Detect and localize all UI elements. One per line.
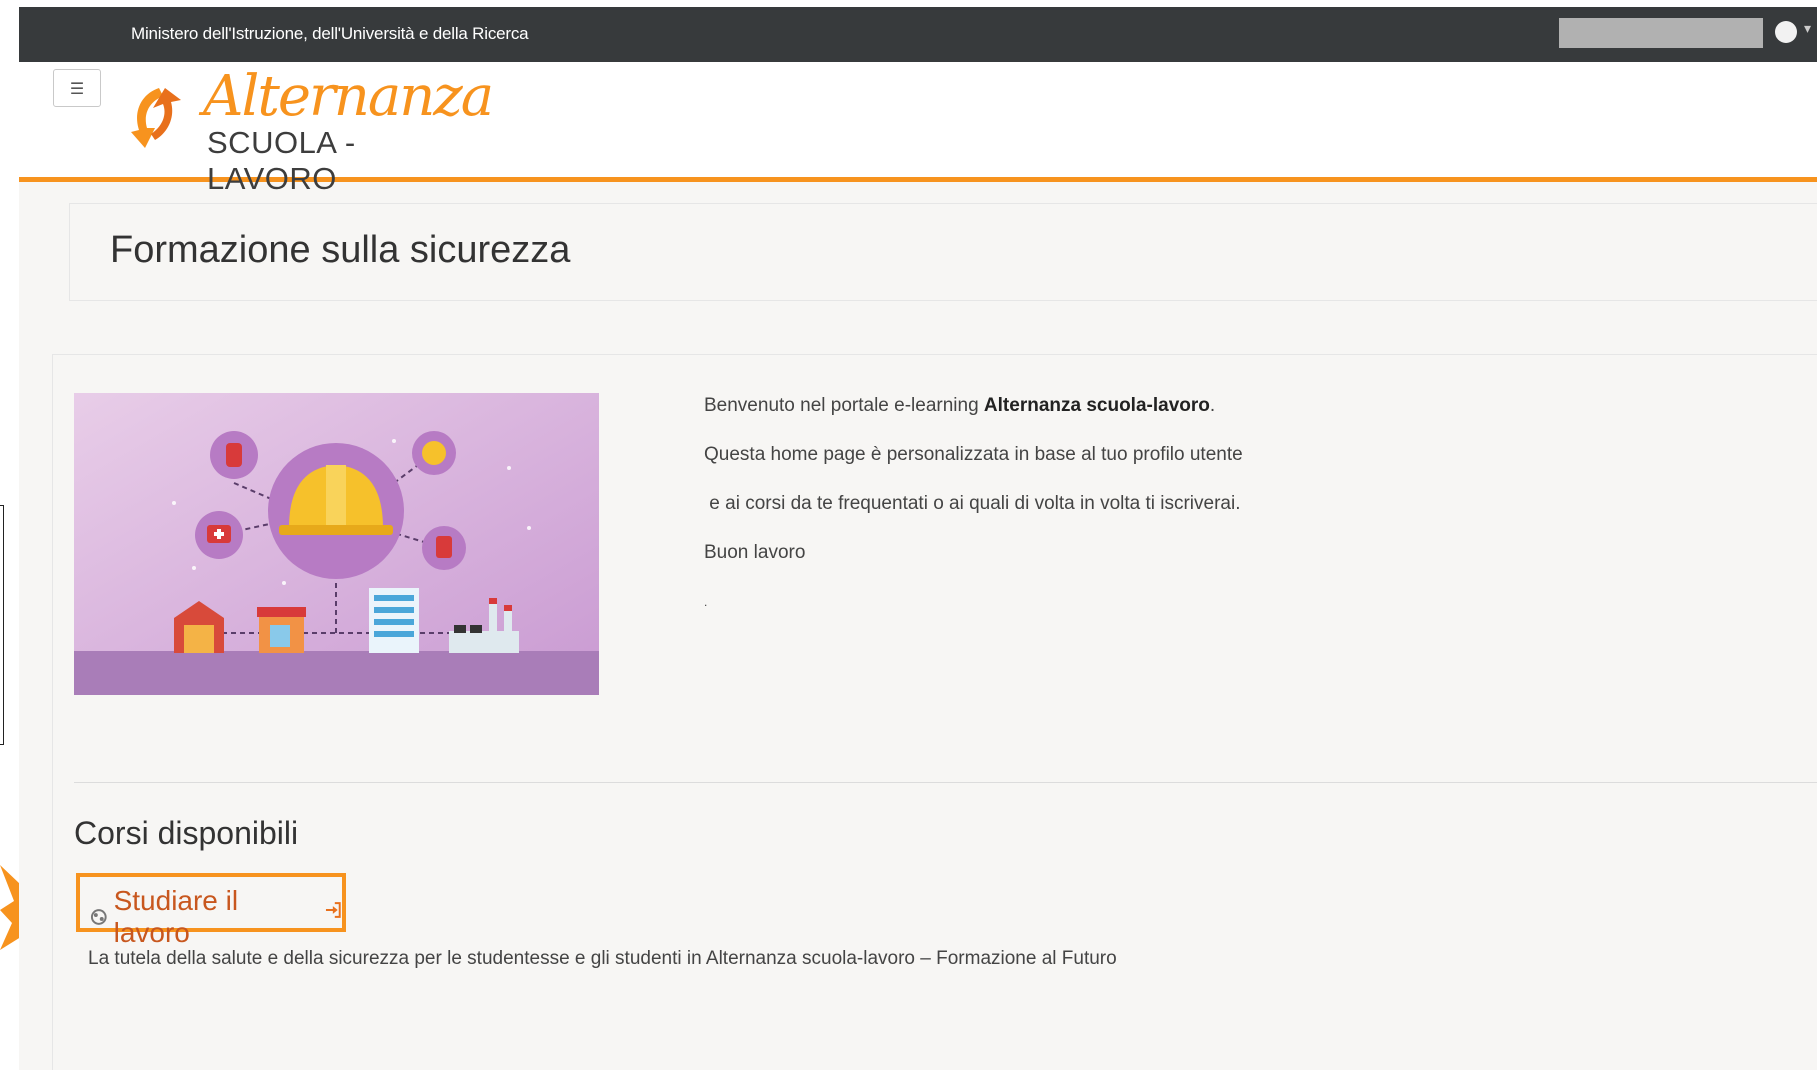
course-icon <box>90 909 107 925</box>
logo-arrows-icon <box>131 88 181 148</box>
logo-subtitle: SCUOLA - LAVORO <box>207 125 356 196</box>
chevron-down-icon[interactable]: ▾ <box>1804 21 1811 37</box>
top-bar: Ministero dell'Istruzione, dell'Universi… <box>19 7 1817 62</box>
page-title: Formazione sulla sicurezza <box>110 229 571 271</box>
safety-illustration <box>74 393 599 695</box>
welcome-line-3: e ai corsi da te frequentati o ai quali … <box>704 493 1241 514</box>
welcome-line-4: Buon lavoro <box>704 542 806 563</box>
ministry-label: Ministero dell'Istruzione, dell'Universi… <box>131 24 529 43</box>
hamburger-icon: ☰ <box>69 78 85 98</box>
enter-icon <box>326 902 342 918</box>
logo-script-text: Alternanza <box>203 64 494 129</box>
welcome-line-1: Benvenuto nel portale e-learning Alterna… <box>704 395 1216 416</box>
user-avatar[interactable] <box>1775 21 1797 43</box>
course-highlight-box: Studiare il lavoro <box>76 873 346 948</box>
course-link-studiare-il-lavoro[interactable]: Studiare il lavoro <box>88 885 342 949</box>
page: Ministero dell'Istruzione, dell'Universi… <box>19 7 1817 1070</box>
site-logo[interactable]: Alternanza SCUOLA - LAVORO <box>129 64 494 196</box>
site-header: ☰ Alternanza SCUOLA - LAVORO <box>19 62 1817 196</box>
welcome-line-2: Questa home page è personalizzata in bas… <box>704 444 1243 465</box>
user-name-redacted[interactable] <box>1559 18 1763 48</box>
course-name: Studiare il lavoro <box>113 885 239 948</box>
welcome-line-5: . <box>704 595 708 609</box>
section-divider <box>74 782 1817 783</box>
course-description: La tutela della salute e della sicurezza… <box>88 948 1117 969</box>
title-panel: Formazione sulla sicurezza <box>69 203 1817 301</box>
side-annotation-frame <box>0 505 4 745</box>
courses-heading: Corsi disponibili <box>74 815 299 851</box>
menu-toggle-button[interactable]: ☰ <box>53 69 101 107</box>
welcome-text: Benvenuto nel portale e-learning Alterna… <box>704 395 1243 640</box>
main-panel: Benvenuto nel portale e-learning Alterna… <box>52 354 1817 1070</box>
